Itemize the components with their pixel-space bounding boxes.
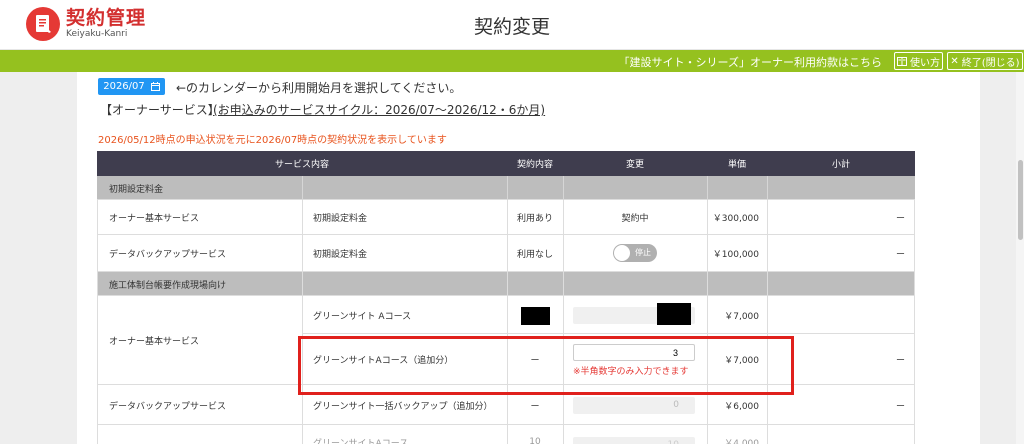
usage-button[interactable]: 使い方 bbox=[894, 52, 943, 70]
close-icon: ✕ bbox=[950, 55, 959, 67]
terms-link[interactable]: 「建設サイト・シリーズ」オーナー利用約款はこちら bbox=[619, 54, 882, 70]
row-price: ￥7,000 bbox=[724, 311, 759, 322]
month-hint: ←のカレンダーから利用開始月を選択してください。 bbox=[176, 81, 462, 95]
section-row bbox=[97, 176, 915, 200]
row-status: 利用なし bbox=[516, 250, 553, 260]
calendar-icon bbox=[150, 82, 160, 91]
row-price: ￥300,000 bbox=[712, 214, 759, 224]
header-contract: 契約内容 bbox=[507, 151, 563, 176]
row-subtotal: ー bbox=[895, 214, 905, 224]
header-unit-price: 単価 bbox=[707, 151, 767, 176]
scrollbar-thumb[interactable] bbox=[1018, 160, 1023, 240]
page-title: 契約変更 bbox=[473, 16, 550, 38]
status-notice: 2026/05/12時点の申込状況を元に2026/07時点の契約状況を表示してい… bbox=[98, 135, 447, 146]
row-item: 初期設定料金 bbox=[313, 214, 368, 224]
row-item: 初期設定料金 bbox=[313, 250, 368, 260]
section-title: 初期設定料金 bbox=[109, 184, 164, 195]
redacted-status bbox=[521, 307, 550, 325]
book-icon bbox=[897, 56, 907, 66]
header-change: 変更 bbox=[563, 151, 707, 176]
top-action-bar: 「建設サイト・シリーズ」オーナー利用約款はこちら 使い方 ✕ 終了(閉じる) bbox=[0, 50, 1024, 72]
service-label: 【オーナーサービス】 bbox=[100, 103, 220, 117]
section-title: 施工体制台帳要作成現場向け bbox=[109, 280, 227, 291]
header-subtotal: 小計 bbox=[767, 151, 915, 176]
usage-button-label: 使い方 bbox=[910, 57, 940, 69]
exit-button-label: 終了(閉じる) bbox=[961, 57, 1020, 69]
backup-quantity-input: 0 bbox=[573, 397, 695, 414]
redacted-change bbox=[657, 303, 691, 325]
row-price: ￥4,000 bbox=[724, 438, 759, 444]
left-margin bbox=[0, 72, 77, 444]
row-service: データバックアップサービス bbox=[109, 250, 227, 260]
quantity-input: 10 bbox=[573, 437, 695, 444]
row-service: オーナー基本サービス bbox=[109, 214, 200, 224]
header-service: サービス内容 bbox=[97, 151, 507, 176]
row-service: オーナー基本サービス bbox=[109, 336, 200, 347]
row-item: グリーンサイト Aコース bbox=[313, 311, 412, 322]
row-item: グリーンサイトAコース bbox=[313, 438, 409, 444]
month-value: 2026/07 bbox=[103, 81, 145, 92]
highlight-annotation bbox=[298, 336, 794, 395]
row-service: データバックアップサービス bbox=[109, 401, 227, 412]
month-picker-button[interactable]: 2026/07 bbox=[98, 78, 165, 95]
exit-button[interactable]: ✕ 終了(閉じる) bbox=[947, 52, 1023, 70]
toggle-label: 停止 bbox=[635, 248, 651, 257]
row-status: 利用あり bbox=[516, 214, 553, 224]
row-subtotal: ー bbox=[895, 250, 905, 260]
app-header: 契約管理 Keiyaku-Kanri 契約変更 bbox=[0, 0, 1024, 50]
row-change: 契約中 bbox=[621, 214, 649, 224]
row-status: 10 bbox=[529, 437, 541, 444]
service-cycle-link[interactable]: (お申込みのサービスサイクル：2026/07～2026/12・6か月) bbox=[213, 101, 545, 118]
row-price: ￥100,000 bbox=[712, 250, 759, 260]
page-scrollbar[interactable] bbox=[1016, 72, 1024, 444]
stop-toggle[interactable]: 停止 bbox=[613, 244, 657, 262]
